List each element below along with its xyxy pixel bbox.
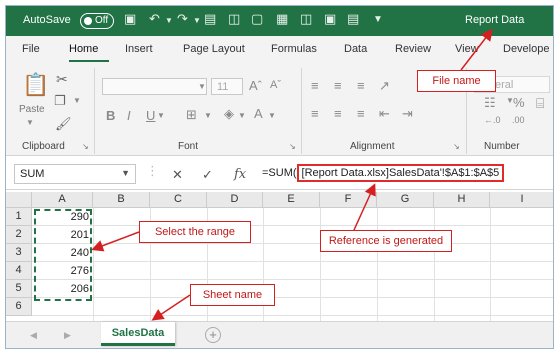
arrow-to-title: [460, 28, 493, 71]
arrow-to-reference: [353, 183, 376, 231]
arrow-to-range: [91, 231, 140, 252]
annotation-arrows: [91, 28, 493, 321]
arrow-to-sheet-tab: [151, 294, 191, 321]
excel-window: AutoSave Off ▣ ↶ ▼ ↷ ▼ ▤ ◫ ▢ ▦ ◫ ▣ ▤ ▼ R…: [5, 5, 554, 349]
